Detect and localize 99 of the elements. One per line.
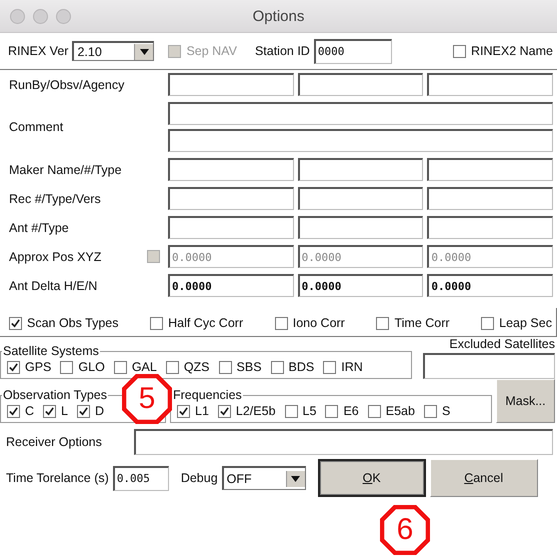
checkbox-label: C [25,404,34,418]
input-field[interactable] [427,187,553,210]
cancel-button[interactable]: Cancel [430,459,538,497]
field-label: Comment [9,120,64,134]
input-field[interactable]: 0.0000 [298,274,424,297]
checkmark-icon [178,406,189,416]
field-label: Approx Pos XYZ [9,250,102,264]
input-field[interactable] [168,216,294,239]
field-label: Excluded Satellites [449,337,555,351]
window-title: Options [252,8,304,24]
checkbox-label: L [61,404,68,418]
checkbox[interactable] [43,404,56,418]
checkbox[interactable] [453,44,466,58]
checkbox-label: IRN [341,360,363,374]
checkbox[interactable] [325,404,338,418]
field-label: Time Torelance (s) [6,471,109,485]
version-dropdown[interactable]: 2.10 [72,41,154,61]
checkbox-label: RINEX2 Name [471,44,553,58]
checkbox[interactable] [114,360,127,374]
input-field[interactable]: 0.0000 [427,274,553,297]
callout-badge: 6 [380,505,430,555]
field-label: Ant #/Type [9,220,69,234]
checkbox-label: BDS [288,360,314,374]
checkbox[interactable] [9,316,22,330]
field-label: Debug [180,471,218,485]
field-label: Maker Name/#/Type [9,162,122,176]
group-title: Satellite Systems [2,344,100,358]
checkbox-label: E6 [343,404,359,418]
checkbox-label: S [442,404,450,418]
checkbox-label: GPS [25,360,52,374]
checkbox[interactable] [177,404,190,418]
checkbox[interactable] [76,404,90,418]
checkbox-label: Iono Corr [292,316,345,330]
group-title: Frequencies [172,389,243,402]
input-field[interactable] [298,216,424,239]
input-field[interactable]: 0.0000 [168,274,294,297]
input-field[interactable] [298,187,424,210]
input-field[interactable] [168,102,553,125]
input-field[interactable]: 0000 [314,38,392,64]
input-field[interactable]: 0.005 [112,466,169,490]
input-field[interactable] [427,216,553,239]
input-field[interactable] [168,187,294,210]
checkbox[interactable] [270,360,284,374]
caret-icon [134,44,154,60]
callout-badge: 5 [122,374,172,424]
input-field[interactable] [298,73,424,96]
checkmark-icon [78,406,89,416]
mask-button[interactable]: Mask... [496,379,555,423]
checkbox-label: E5ab [386,404,415,418]
checkbox-label: SBS [236,360,262,374]
field-label: Ant Delta H/E/N [9,278,98,292]
input-field[interactable] [427,158,553,181]
ok-button[interactable]: OK [318,459,426,497]
checkmark-icon [44,406,56,416]
checkbox-label: L1 [195,404,209,418]
checkbox[interactable] [150,316,164,330]
field-label: Receiver Options [6,435,103,449]
checkmark-icon [8,406,19,416]
caret-icon [286,470,305,486]
checkbox[interactable] [218,404,231,418]
input-field[interactable] [134,429,553,455]
field-label: RINEX Ver [8,44,68,58]
input-field[interactable] [423,353,555,379]
input-field[interactable] [168,129,553,152]
checkbox[interactable] [323,360,336,374]
checkbox-label: L2/E5b [236,404,276,418]
checkbox-label: Leap Sec [499,316,552,330]
field-label: Rec #/Type/Vers [9,192,101,206]
input-field[interactable] [168,158,294,181]
checkbox-label: Sep NAV [186,44,237,58]
checkmark-icon [8,362,19,372]
checkbox-label: Half Cyc Corr [168,316,244,330]
checkbox-label: GLO [78,360,105,374]
checkbox-label: QZS [184,360,210,374]
field-label: Station ID [254,44,310,58]
debug-dropdown[interactable]: OFF [222,466,306,490]
checkbox[interactable] [218,360,232,374]
checkbox[interactable] [368,404,381,418]
checkbox[interactable] [60,360,74,374]
checkbox-label: GAL [132,360,157,374]
group-title: Observation Types [2,388,108,402]
checkbox[interactable] [7,404,20,418]
input-field[interactable] [298,158,424,181]
checkbox[interactable] [166,360,179,374]
checkbox-label: Time Corr [394,316,450,330]
input-field[interactable] [168,73,294,96]
checkbox-label: Scan Obs Types [27,316,118,330]
checkmark-icon [218,406,230,416]
checkbox[interactable] [284,404,298,418]
checkbox-label: D [94,404,104,418]
checkbox[interactable] [424,404,437,418]
checkbox[interactable] [7,360,20,374]
checkbox[interactable] [376,316,390,330]
input-field[interactable] [427,73,553,96]
field-label: RunBy/Obsv/Agency [9,78,124,92]
checkbox-label: L5 [302,404,316,418]
checkbox[interactable] [274,316,288,330]
checkmark-icon [10,318,21,328]
checkbox[interactable] [481,316,494,330]
